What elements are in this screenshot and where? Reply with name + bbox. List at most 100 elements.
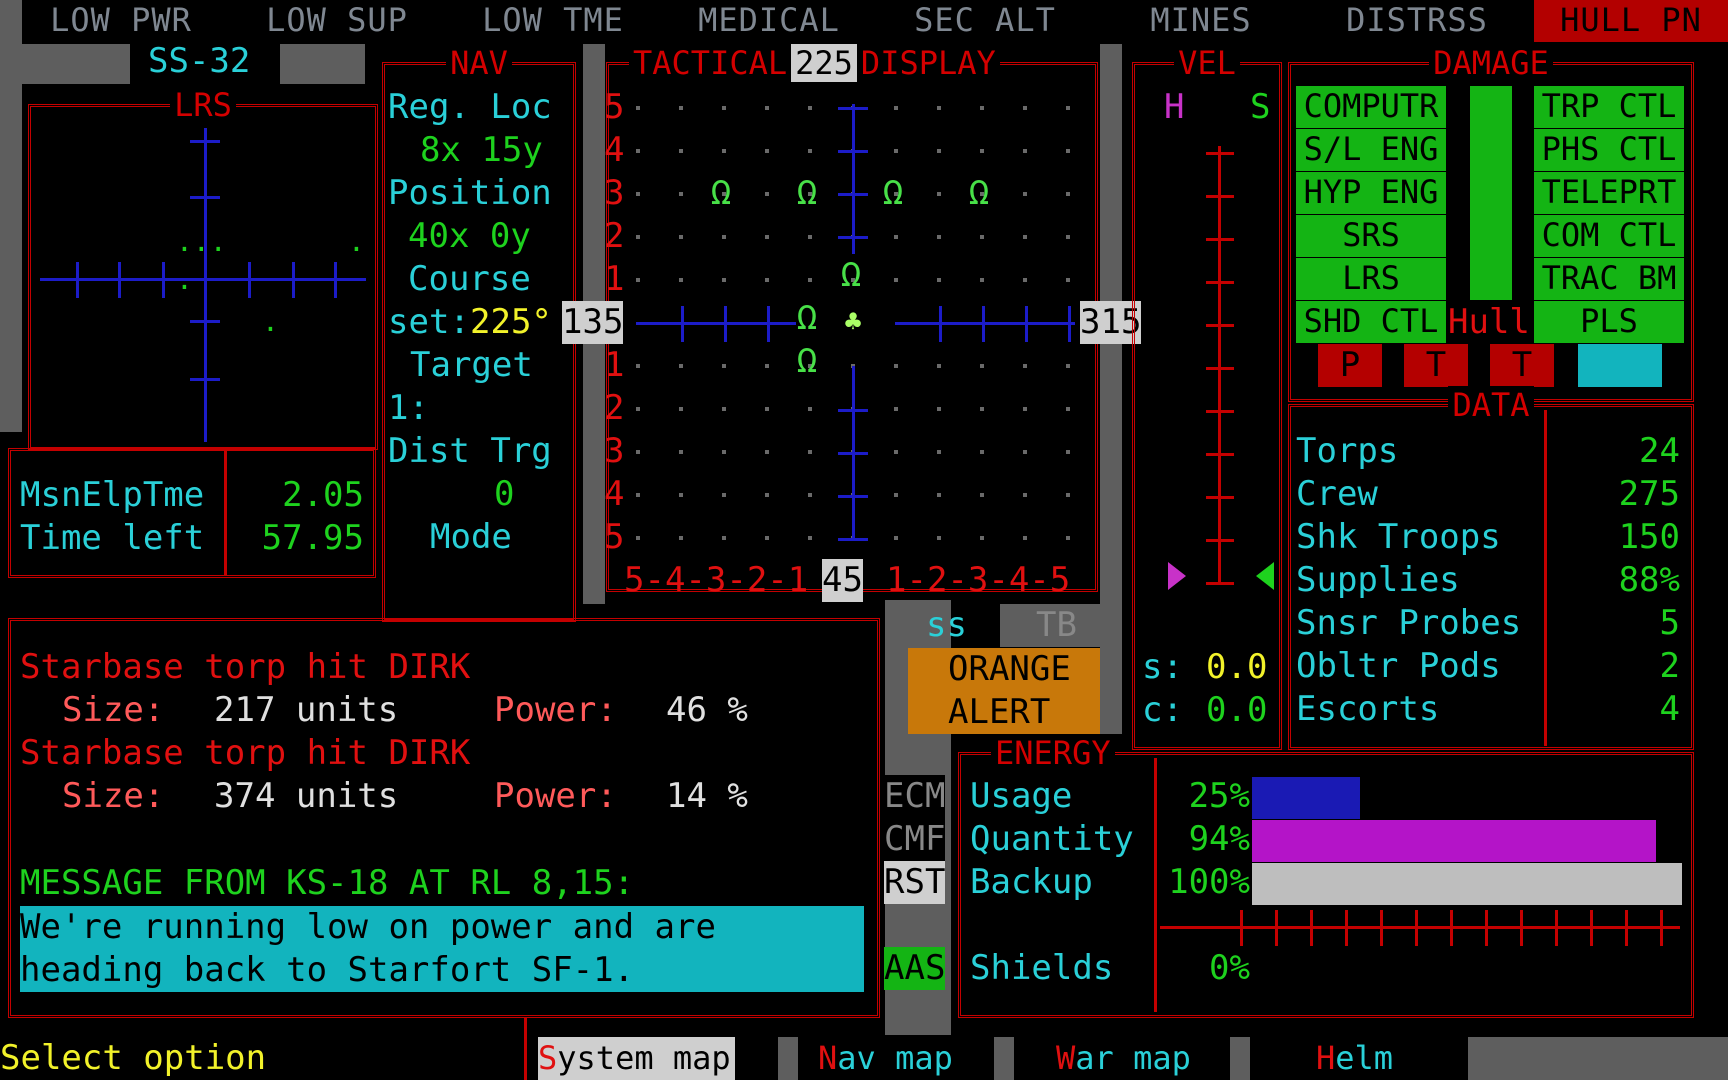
heading-45: 45 bbox=[822, 559, 863, 602]
energy-tick bbox=[1450, 910, 1453, 946]
grid-dot bbox=[722, 407, 726, 411]
grid-dot bbox=[765, 493, 769, 497]
tab-low-pwr[interactable]: LOW PWR bbox=[22, 0, 220, 42]
enemy-ship-icon: Ω bbox=[796, 173, 818, 213]
data-row-label: Obltr Pods bbox=[1296, 646, 1501, 686]
grid-dot bbox=[937, 407, 941, 411]
data-row-label: Escorts bbox=[1296, 689, 1440, 729]
grid-dot bbox=[722, 278, 726, 282]
grid-dot bbox=[722, 149, 726, 153]
grid-dot bbox=[894, 364, 898, 368]
vel-h-label: H bbox=[1164, 87, 1185, 127]
tab-low-sup[interactable]: LOW SUP bbox=[238, 0, 436, 42]
energy-tick bbox=[1240, 910, 1243, 946]
energy-usage-bar bbox=[1252, 777, 1360, 819]
lrs-tick bbox=[248, 262, 251, 298]
energy-shields-value: 0% bbox=[1209, 948, 1250, 988]
energy-usage-label: Usage bbox=[970, 776, 1073, 816]
energy-tick bbox=[1345, 910, 1348, 946]
grid-dot bbox=[808, 536, 812, 540]
grid-dot bbox=[1023, 192, 1027, 196]
energy-usage-value: 25% bbox=[1188, 776, 1250, 816]
tab-hull-pn[interactable]: HULL PN bbox=[1534, 0, 1728, 42]
grid-dot bbox=[679, 536, 683, 540]
tactical-row-label: 5 bbox=[604, 87, 625, 127]
vel-scale bbox=[1218, 146, 1221, 582]
energy-tick bbox=[1625, 910, 1628, 946]
data-row-value: 275 bbox=[1618, 474, 1680, 514]
rst-button[interactable]: RST bbox=[884, 861, 946, 904]
vel-s-readout-label: s: bbox=[1142, 647, 1183, 687]
time-left-label: Time left bbox=[20, 518, 205, 558]
grid-dot bbox=[980, 407, 984, 411]
damage-item-left: COMPUTR bbox=[1296, 86, 1446, 128]
msg-size-label-1: Size: bbox=[62, 690, 165, 730]
vel-tick bbox=[1206, 367, 1234, 370]
energy-tick bbox=[1415, 910, 1418, 946]
damage-item-left: SRS bbox=[1296, 215, 1446, 257]
grid-dot bbox=[636, 407, 640, 411]
menu-system-map[interactable]: System map bbox=[538, 1037, 735, 1080]
grid-dot bbox=[765, 192, 769, 196]
tab-low-tme[interactable]: LOW TME bbox=[454, 0, 652, 42]
grid-dot bbox=[636, 278, 640, 282]
cmf-button[interactable]: CMF bbox=[884, 818, 946, 861]
grid-dot bbox=[765, 450, 769, 454]
aas-button[interactable]: AAS bbox=[884, 947, 946, 990]
vel-tick bbox=[1206, 410, 1234, 413]
mission-elapsed-label: MsnElpTme bbox=[20, 475, 205, 515]
grid-dot bbox=[636, 364, 640, 368]
data-row-label: Supplies bbox=[1296, 560, 1460, 600]
alert-box: ORANGE ALERT bbox=[908, 648, 1100, 734]
tactical-row-label: 1 bbox=[604, 345, 625, 385]
heading-225: 225 bbox=[791, 44, 857, 82]
message-header: MESSAGE FROM KS-18 AT RL 8,15: bbox=[20, 863, 635, 903]
alert-line1: ORANGE bbox=[948, 649, 1071, 689]
grid-dot bbox=[980, 493, 984, 497]
tab-sec-alt[interactable]: SEC ALT bbox=[886, 0, 1084, 42]
tab-medical[interactable]: MEDICAL bbox=[670, 0, 868, 42]
tactical-row-label: 4 bbox=[604, 130, 625, 170]
damage-title: DAMAGE bbox=[1291, 43, 1691, 83]
course-set-value[interactable]: 225° bbox=[470, 301, 552, 344]
player-ship-icon: ♣ bbox=[844, 305, 862, 338]
energy-backup-value: 100% bbox=[1168, 862, 1250, 902]
lrs-tick bbox=[162, 262, 165, 298]
grid-dot bbox=[937, 450, 941, 454]
mode-ss-button[interactable]: ss bbox=[926, 604, 967, 647]
lrs-tick bbox=[190, 196, 220, 199]
energy-quantity-value: 94% bbox=[1188, 819, 1250, 859]
grid-dot bbox=[636, 192, 640, 196]
grid-dot bbox=[1066, 149, 1070, 153]
lrs-tick bbox=[118, 262, 121, 298]
damage-item-left: LRS bbox=[1296, 258, 1446, 300]
menu-nav-map[interactable]: Nav map bbox=[818, 1037, 953, 1080]
message-body-line1: We're running low on power and are bbox=[20, 907, 716, 947]
tab-mines[interactable]: MINES bbox=[1102, 0, 1300, 42]
menu-helm[interactable]: Helm bbox=[1316, 1037, 1393, 1080]
menu-war-map[interactable]: War map bbox=[1056, 1037, 1191, 1080]
energy-divider bbox=[1154, 758, 1157, 1012]
grid-dot bbox=[1066, 235, 1070, 239]
target-value: 1: bbox=[388, 388, 429, 428]
tactical-row-label: 2 bbox=[604, 216, 625, 256]
indicator-p: P bbox=[1318, 344, 1382, 387]
enemy-ship-icon: Ω bbox=[796, 341, 818, 381]
mode-label: Mode bbox=[430, 517, 512, 557]
lrs-contact: . bbox=[176, 263, 193, 296]
grid-dot bbox=[894, 149, 898, 153]
damage-item-left: S/L ENG bbox=[1296, 129, 1446, 171]
grid-dot bbox=[636, 106, 640, 110]
damage-item-right: PHS CTL bbox=[1534, 129, 1684, 171]
energy-tick bbox=[1520, 910, 1523, 946]
chrome-top-mid bbox=[280, 44, 365, 84]
mode-tb-button[interactable]: TB bbox=[1036, 604, 1077, 647]
data-divider bbox=[1544, 410, 1547, 746]
tab-distrss[interactable]: DISTRSS bbox=[1318, 0, 1516, 42]
grid-dot bbox=[765, 149, 769, 153]
position-value: 40x 0y bbox=[408, 216, 531, 256]
ecm-button[interactable]: ECM bbox=[884, 775, 946, 818]
lrs-crosshair-v bbox=[204, 128, 207, 442]
grid-dot bbox=[722, 106, 726, 110]
msg-size-label-2: Size: bbox=[62, 776, 165, 816]
